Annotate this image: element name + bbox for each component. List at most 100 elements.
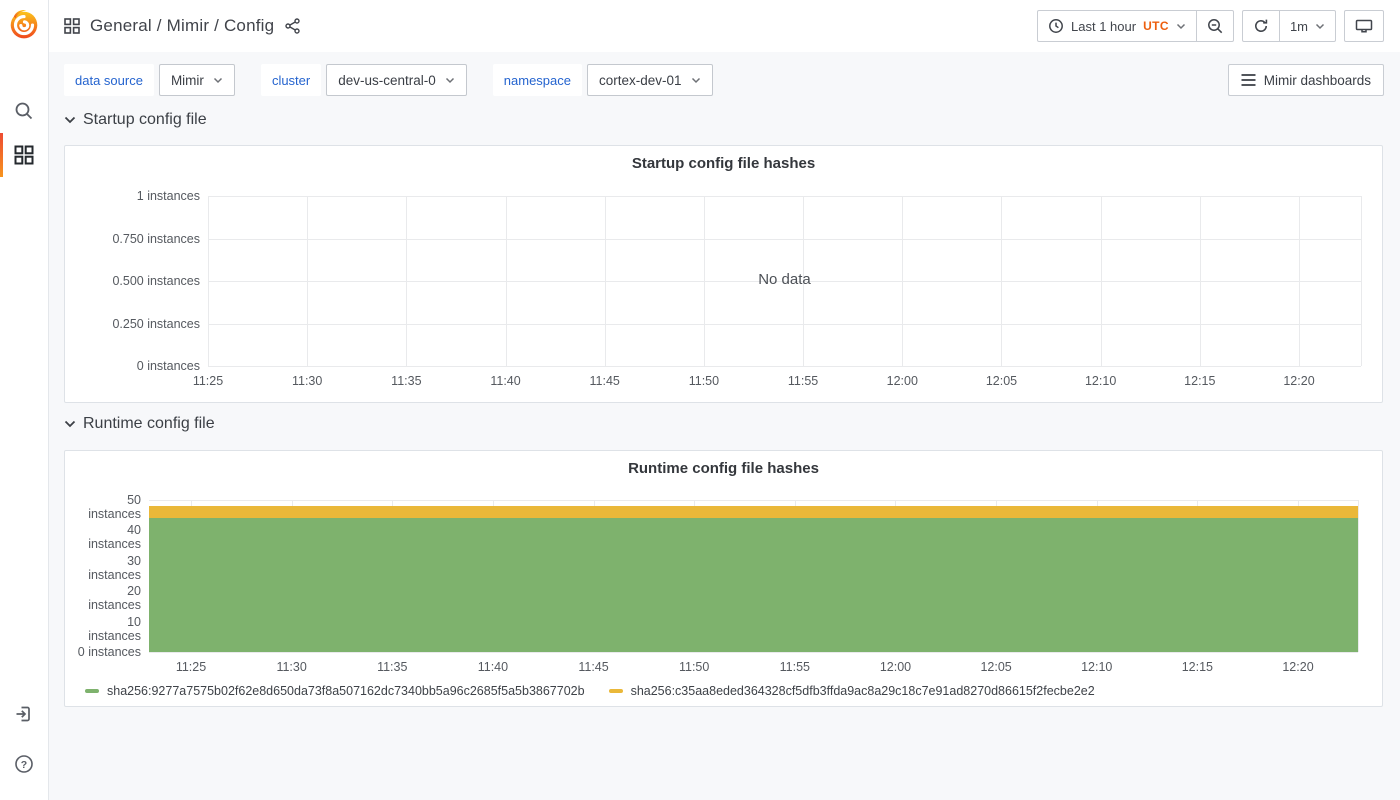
share-icon[interactable] (284, 18, 301, 34)
refresh-button[interactable] (1243, 11, 1279, 41)
legend-item[interactable]: sha256:9277a7575b02f62e8d650da73f8a50716… (85, 684, 585, 698)
gridline-horizontal (208, 238, 1361, 240)
cycle-view-mode-button[interactable] (1344, 10, 1384, 42)
variable-label[interactable]: data source (64, 64, 154, 96)
legend-label: sha256:9277a7575b02f62e8d650da73f8a50716… (107, 684, 585, 698)
x-tick-label: 12:10 (1084, 374, 1117, 388)
y-tick-label: 20 instances (88, 584, 141, 613)
series-area (149, 506, 1358, 519)
variable-label[interactable]: namespace (492, 64, 582, 96)
dashboard-title[interactable]: General / Mimir / Config (90, 16, 274, 36)
chart-runtime-config-hashes: 50 instances 40 instances 30 instances 20 i… (65, 451, 1382, 706)
chevron-down-icon (64, 420, 76, 428)
zoom-out-icon (1207, 18, 1223, 34)
x-tick-label: 12:20 (1283, 374, 1315, 388)
x-tick-label: 11:55 (779, 660, 810, 674)
variable-value: dev-us-central-0 (338, 72, 436, 88)
row-toggle-runtime-config[interactable]: Runtime config file (64, 415, 215, 433)
gridline-vertical (1361, 196, 1362, 366)
svg-text:?: ? (21, 759, 27, 771)
x-tick-label: 11:55 (787, 374, 819, 388)
refresh-interval-dropdown[interactable]: 1m (1278, 11, 1335, 41)
y-tick-label: 1 instances (136, 189, 200, 203)
chevron-down-icon (213, 77, 223, 84)
x-tick-label: 12:00 (886, 374, 918, 388)
variable-value-dropdown[interactable]: dev-us-central-0 (326, 64, 467, 96)
mimir-dashboards-label: Mimir dashboards (1263, 72, 1371, 88)
row-title: Startup config file (83, 111, 207, 128)
variable-namespace: namespace cortex-dev-01 (492, 64, 713, 96)
x-tick-label: 11:40 (490, 374, 521, 388)
sidebar-item-sign-in[interactable] (0, 692, 48, 736)
legend-label: sha256:c35aa8eded364328cf5dfb3ffda9ac8a2… (630, 684, 1095, 698)
y-tick-label: 0 instances (77, 645, 141, 659)
navbar-breadcrumb-area: General / Mimir / Config (64, 16, 301, 36)
x-tick-label: 11:30 (276, 660, 307, 674)
sign-in-icon (14, 704, 34, 724)
x-tick-label: 11:45 (589, 374, 620, 388)
gridline-horizontal (149, 500, 1358, 501)
dashboards-grid-icon (14, 145, 34, 165)
variable-value: cortex-dev-01 (599, 72, 682, 88)
grafana-logo[interactable] (7, 7, 41, 41)
variable-datasource: data source Mimir (64, 64, 235, 96)
x-tick-label: 11:35 (391, 374, 422, 388)
x-tick-label: 11:30 (291, 374, 323, 388)
gridline-horizontal (208, 323, 1361, 325)
refresh-icon (1253, 18, 1269, 34)
time-range-button[interactable]: Last 1 hour UTC (1038, 11, 1196, 41)
sidebar-item-dashboards[interactable] (0, 133, 48, 177)
mimir-dashboards-button[interactable]: Mimir dashboards (1227, 64, 1384, 96)
x-tick-label: 12:15 (1181, 660, 1213, 674)
gridline-horizontal (208, 196, 1361, 197)
refresh-interval-label: 1m (1289, 18, 1308, 34)
panel-startup-config-hashes: Startup config file hashes 1 instances 0.… (64, 145, 1383, 403)
template-variables: data source Mimir cluster dev-us-central… (64, 64, 713, 96)
y-tick-label: 30 instances (88, 553, 141, 582)
variable-value-dropdown[interactable]: Mimir (158, 64, 235, 96)
x-tick-label: 11:45 (578, 660, 609, 674)
x-tick-label: 12:10 (1081, 660, 1113, 674)
x-tick-label: 11:25 (175, 660, 207, 674)
monitor-icon (1355, 18, 1373, 35)
time-range-label: Last 1 hour (1071, 18, 1137, 34)
chevron-down-icon (1315, 23, 1325, 30)
legend-color-marker (608, 689, 623, 693)
x-tick-label: 11:50 (688, 374, 720, 388)
x-tick-label: 12:20 (1282, 660, 1314, 674)
timezone-label: UTC (1143, 19, 1169, 33)
x-tick-label: 12:00 (879, 660, 912, 674)
hamburger-icon (1241, 74, 1256, 86)
time-picker-group: Last 1 hour UTC (1037, 10, 1234, 42)
legend: sha256:9277a7575b02f62e8d650da73f8a50716… (85, 684, 1095, 698)
x-tick-label: 12:15 (1184, 374, 1216, 388)
navbar-controls: Last 1 hour UTC 1m (1037, 10, 1384, 42)
y-tick-label: 0.500 instances (112, 274, 200, 288)
gridline-vertical (1358, 500, 1359, 652)
legend-item[interactable]: sha256:c35aa8eded364328cf5dfb3ffda9ac8a2… (608, 684, 1095, 698)
zoom-out-button[interactable] (1195, 11, 1233, 41)
legend-color-marker (85, 689, 99, 693)
apps-grid-icon (64, 18, 80, 34)
x-tick-label: 11:40 (477, 660, 509, 674)
series-area (149, 518, 1358, 652)
chevron-down-icon (445, 77, 455, 84)
variable-label[interactable]: cluster (260, 64, 322, 96)
sidebar: ? (0, 0, 49, 800)
sidebar-item-search[interactable] (0, 89, 48, 133)
clock-icon (1048, 18, 1064, 34)
row-title: Runtime config file (83, 415, 215, 432)
chevron-down-icon (1176, 23, 1186, 30)
row-toggle-startup-config[interactable]: Startup config file (64, 111, 207, 129)
sidebar-bottom: ? (0, 692, 48, 786)
variable-value-dropdown[interactable]: cortex-dev-01 (587, 64, 713, 96)
help-icon: ? (14, 754, 34, 774)
sidebar-item-help[interactable]: ? (0, 742, 48, 786)
refresh-picker-group: 1m (1241, 10, 1336, 42)
x-tick-label: 11:25 (192, 374, 224, 388)
y-tick-label: 0 instances (136, 359, 200, 373)
y-tick-label: 40 instances (88, 523, 141, 552)
gridline-horizontal (149, 652, 1358, 653)
dashboard-submenu: data source Mimir cluster dev-us-central… (64, 64, 1384, 96)
variable-cluster: cluster dev-us-central-0 (260, 64, 467, 96)
